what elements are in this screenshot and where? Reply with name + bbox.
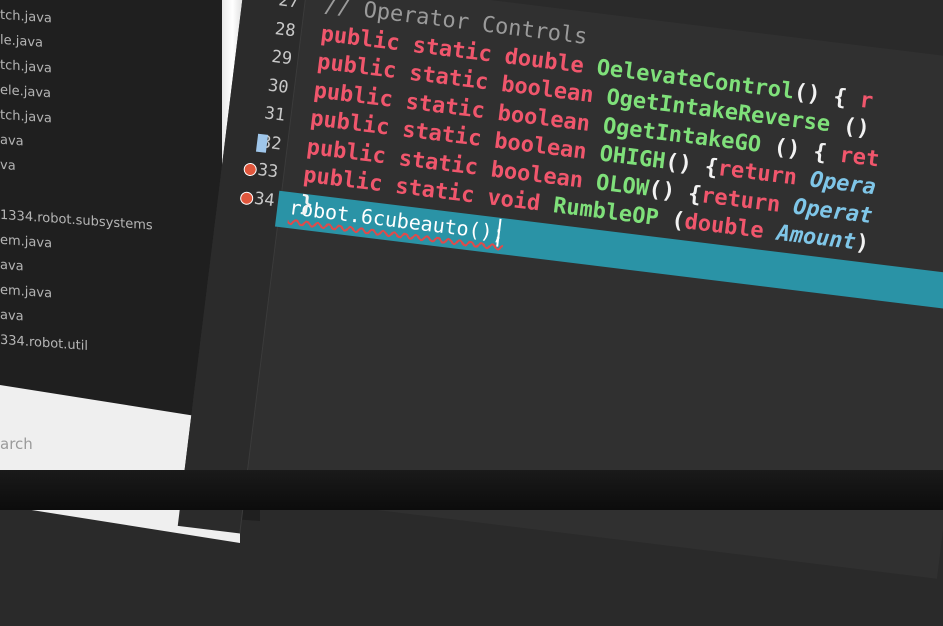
code-token: ): [854, 230, 884, 259]
error-marker-icon[interactable]: [239, 190, 254, 206]
code-token: ret: [838, 142, 881, 172]
code-token: r: [858, 87, 875, 114]
code-token: () {: [792, 79, 862, 113]
line-number: 31: [263, 103, 287, 126]
code-token: OHIGH: [598, 141, 667, 175]
monitor-bezel-bottom: [0, 470, 943, 510]
code-token: Amount: [775, 220, 858, 256]
search-label[interactable]: arch: [0, 435, 33, 453]
code-token: () {: [647, 176, 703, 208]
line-number: 29: [270, 46, 294, 70]
line-number: 33: [256, 159, 280, 183]
code-token: Opera: [808, 167, 878, 201]
code-token: (): [828, 112, 872, 143]
code-token: () {: [663, 149, 720, 181]
code-token: (: [656, 206, 687, 235]
error-marker-icon[interactable]: [242, 162, 258, 177]
file-list: tch.java le.java tch.java ele.java tch.java a…: [0, 3, 153, 364]
code-token: OLOW: [594, 169, 651, 202]
line-number: 30: [266, 75, 290, 98]
line-number: 27: [277, 0, 301, 13]
line-number: 28: [273, 18, 297, 41]
